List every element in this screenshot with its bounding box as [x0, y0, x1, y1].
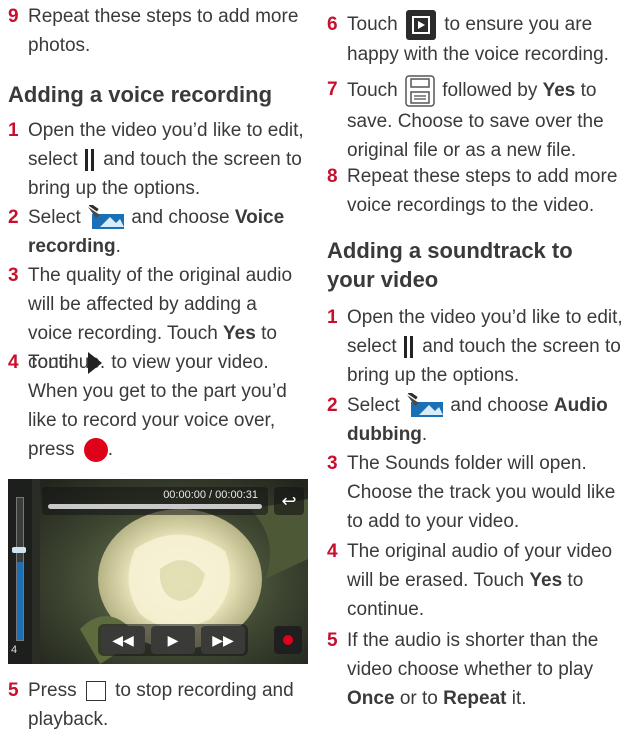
- step-9: 9 Repeat these steps to add more photos.: [8, 6, 299, 56]
- video-edit-icon: [86, 203, 126, 231]
- save-icon: [405, 75, 435, 107]
- play-icon: [87, 351, 102, 374]
- heading-soundtrack: Adding a soundtrack to your video: [327, 238, 573, 292]
- preview-icon: [405, 10, 436, 40]
- stop-icon: [85, 680, 106, 701]
- progress-bar-area: 00:00:00 / 00:00:31: [42, 487, 268, 515]
- step-soundtrack-1: 1 Open the video you’d like to edit, sel…: [327, 307, 623, 386]
- volume-slider-knob[interactable]: [12, 547, 26, 553]
- playback-controls: ◀◀ ▶ ▶▶: [98, 624, 248, 656]
- step-soundtrack-2: 2 Select and choose Audio dubbing.: [327, 391, 627, 449]
- step-voice-4: 4 Touch to view your video. When you get…: [8, 351, 287, 462]
- volume-level: 4: [11, 644, 18, 656]
- step-voice-1: 1 Open the video you’d like to edit, sel…: [8, 120, 304, 199]
- back-button[interactable]: ↩: [274, 487, 304, 515]
- time-readout: 00:00:00 / 00:00:31: [163, 489, 258, 501]
- fast-forward-button[interactable]: ▶▶: [201, 626, 245, 654]
- step-voice-6: 6 Touch to ensure you are happy with the…: [327, 10, 627, 69]
- step-voice-2: 2 Select and choose Voice recording.: [8, 203, 304, 261]
- rewind-button[interactable]: ◀◀: [101, 626, 145, 654]
- video-editor-screenshot: 4 00:00:00 / 00:00:31 ↩ ◀◀ ▶ ▶▶: [8, 479, 308, 664]
- volume-slider[interactable]: 4: [8, 479, 32, 664]
- video-edit-icon: [405, 391, 445, 419]
- heading-voice-recording: Adding a voice recording: [8, 82, 273, 107]
- step-voice-8: 8 Repeat these steps to add more voice r…: [327, 166, 618, 216]
- progress-bar[interactable]: [48, 504, 262, 509]
- step-soundtrack-4: 4 The original audio of your video will …: [327, 541, 613, 620]
- step-voice-7: 7 Touch followed by Yes to save. Choose …: [327, 75, 627, 165]
- step-soundtrack-3: 3 The Sounds folder will open. Choose th…: [327, 453, 616, 532]
- play-button[interactable]: ▶: [151, 626, 195, 654]
- record-icon: [83, 437, 108, 462]
- step-soundtrack-5: 5 If the audio is shorter than the video…: [327, 630, 599, 709]
- pause-icon: [84, 148, 95, 171]
- record-button[interactable]: [274, 626, 302, 654]
- step-voice-5: 5 Press to stop recording and playback.: [8, 680, 294, 730]
- pause-icon: [403, 335, 414, 358]
